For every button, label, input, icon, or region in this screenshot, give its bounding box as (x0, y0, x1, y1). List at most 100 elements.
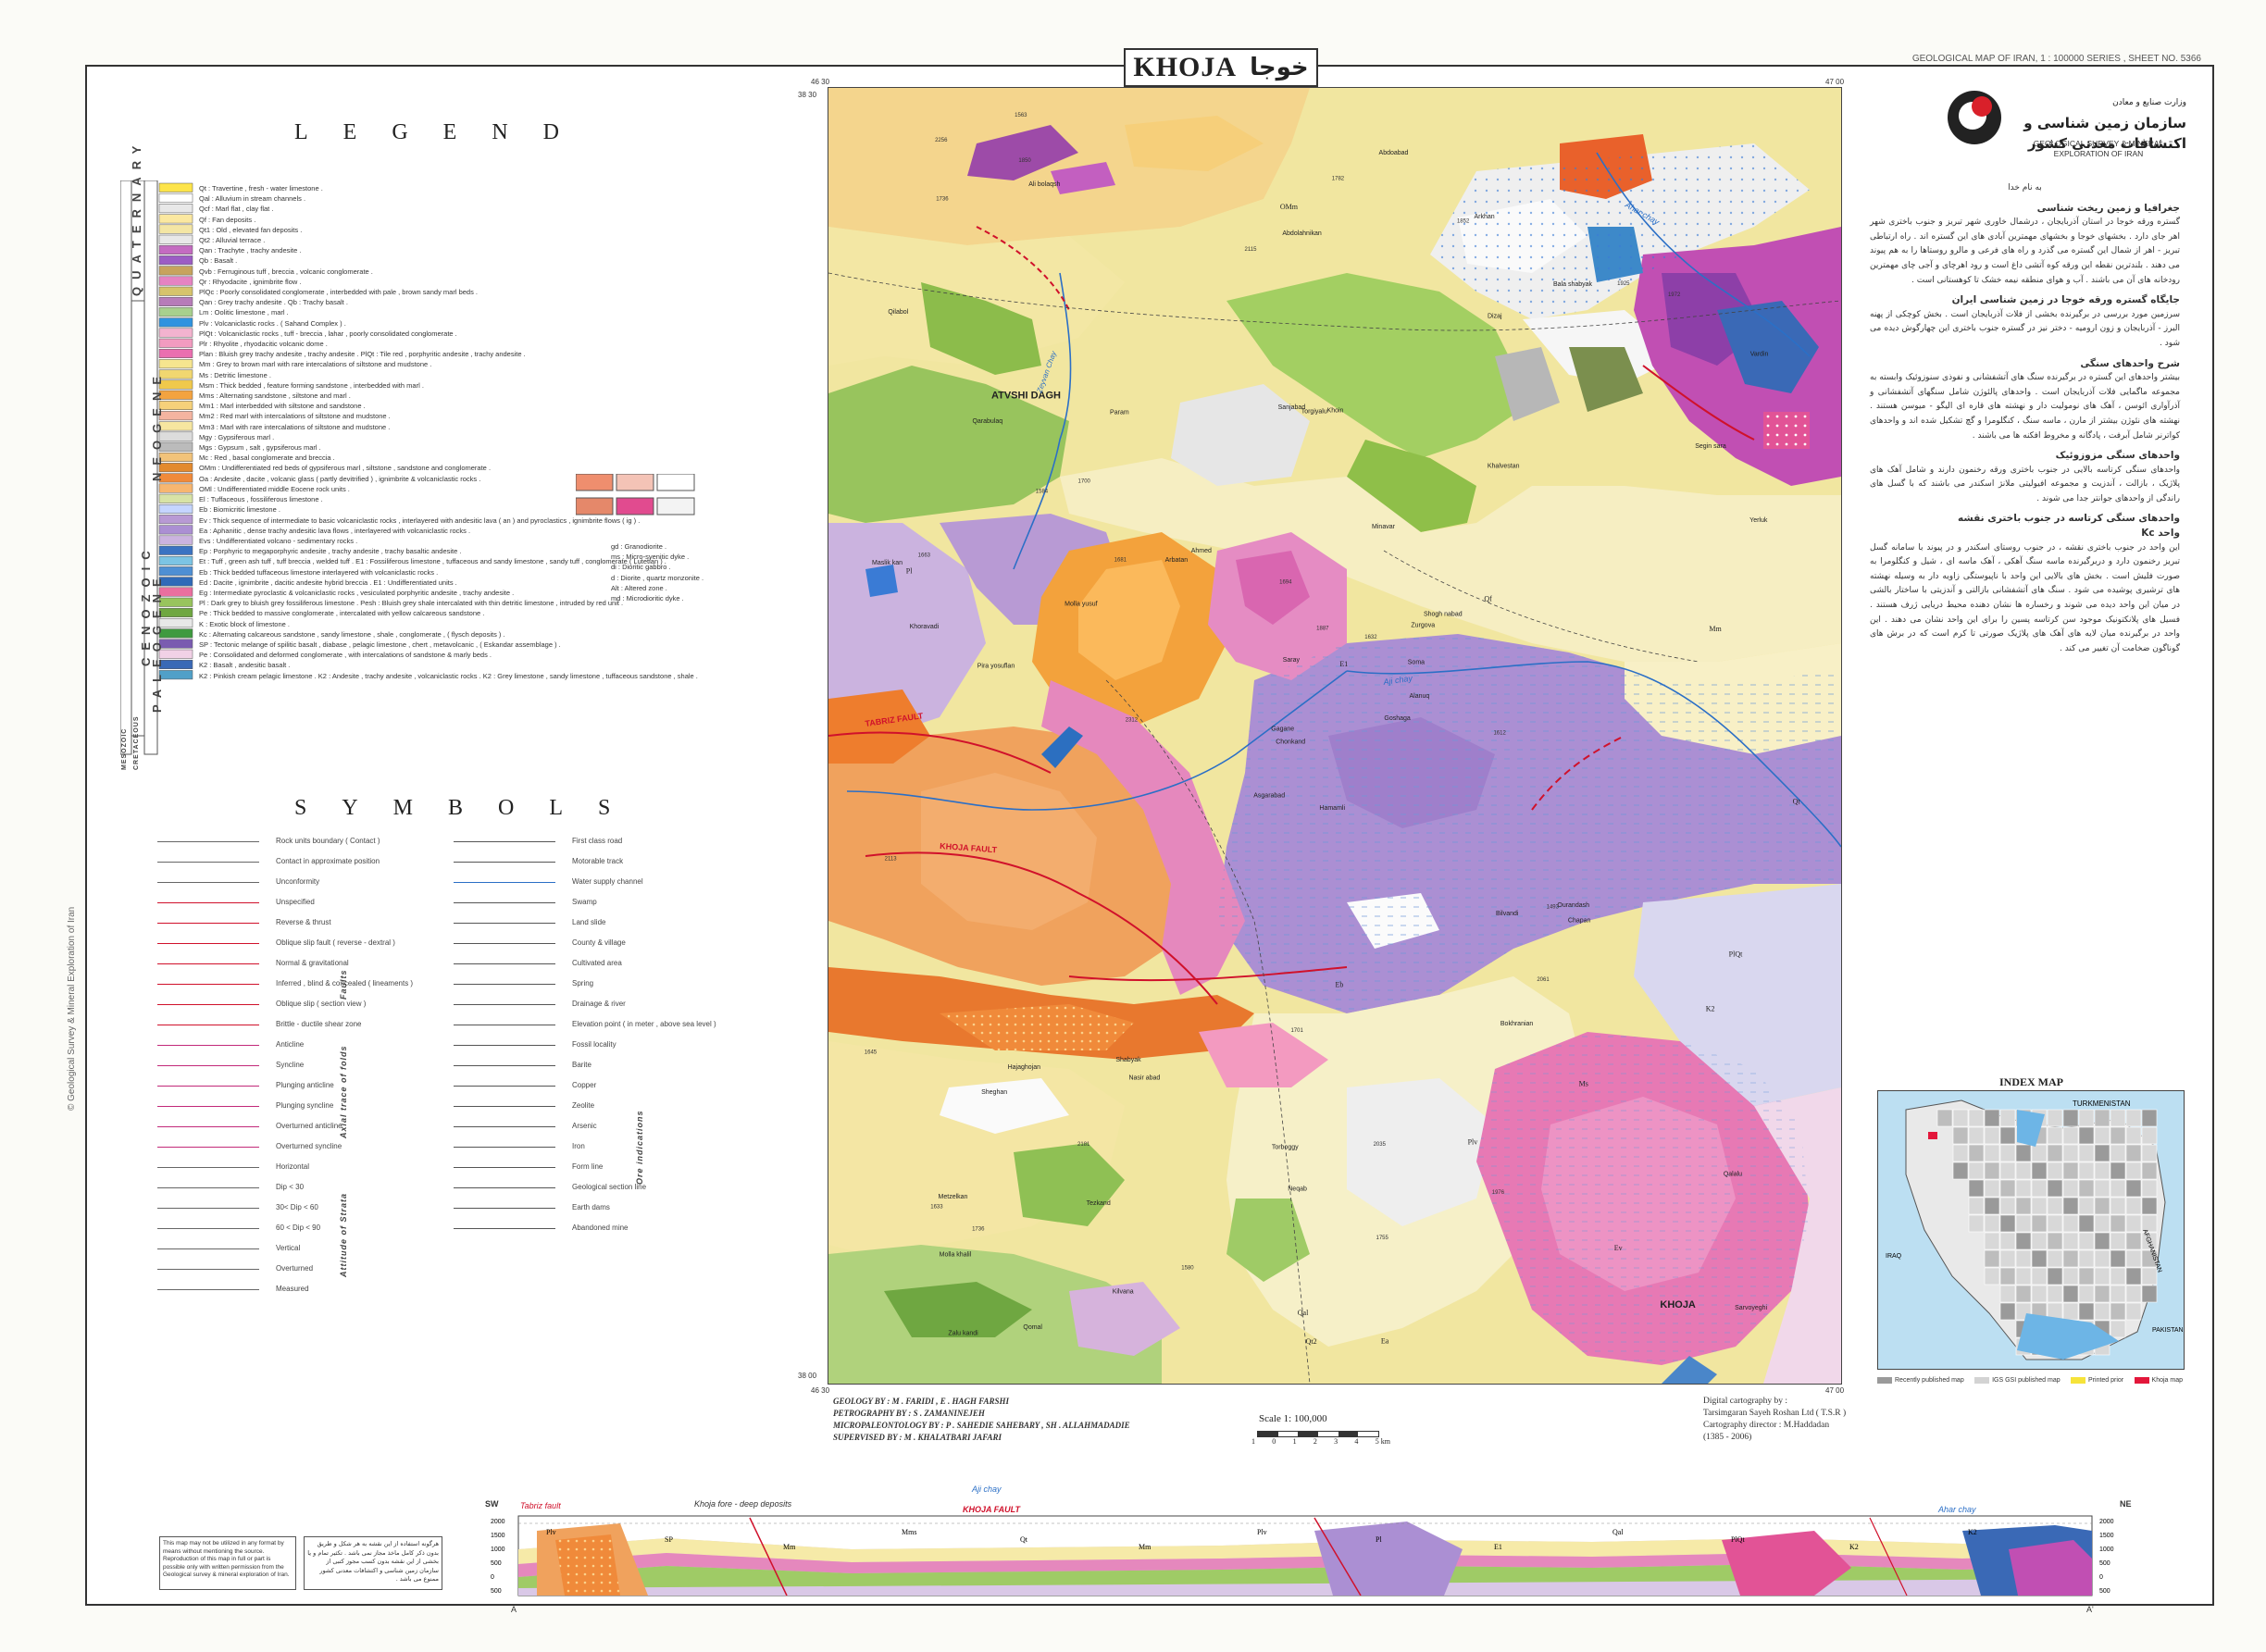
section-label-ahar: Ahar chay (1938, 1505, 1976, 1514)
symbol-label: Earth dams (572, 1203, 610, 1211)
section-tick: 1500 (2099, 1533, 2114, 1539)
scale-bar (1257, 1431, 1379, 1437)
section-label-aji: Aji chay (972, 1484, 1002, 1494)
symbol-line-icon (454, 1186, 555, 1188)
unit-label: PlQt (1729, 950, 1743, 958)
symbol-line-icon (454, 1085, 555, 1087)
legend-entry: Qt2 : Alluvial terrace . (199, 236, 266, 245)
index-cell (2015, 1144, 2032, 1162)
index-cell (2110, 1267, 2126, 1286)
index-cell (1952, 1161, 1969, 1180)
index-cell (2078, 1144, 2095, 1162)
copyright-notice-fa: هرگونه استفاده از این نقشه به هر شکل و ط… (304, 1536, 442, 1590)
index-cell (2078, 1232, 2095, 1250)
legend-entry: Plv : Volcaniclastic rocks . ( Sahand Co… (199, 318, 346, 328)
symbol-label: Vertical (276, 1244, 301, 1252)
index-key-1: Recently published map (1877, 1377, 1964, 1384)
place-label: Qalalu (1724, 1172, 1742, 1178)
symbol-row: Unconformity (157, 872, 413, 892)
index-cell (2078, 1267, 2095, 1286)
place-label: Shogh nabad (1424, 611, 1463, 617)
legend-swatch (158, 390, 193, 400)
section-unit-label: Qal (1612, 1528, 1624, 1536)
index-cell (2015, 1179, 2032, 1198)
elevation-label: 1976 (1492, 1190, 1505, 1196)
place-label: Chapan (1568, 918, 1591, 925)
era-quaternary: QUATERNARY (130, 138, 143, 296)
symbol-row: Form line (454, 1157, 716, 1177)
section-unit-label: Plv (1257, 1528, 1267, 1536)
index-cell (2094, 1161, 2110, 1180)
coord-top-right: 47 00 (1825, 78, 1845, 86)
index-cell (2031, 1161, 2048, 1180)
elevation-label: 1850 (1018, 158, 1031, 164)
symbol-row: Iron (454, 1137, 716, 1157)
index-cell (2047, 1285, 2063, 1303)
symbol-row: Spring (454, 974, 716, 994)
legend-swatch (158, 463, 193, 473)
index-map[interactable]: TURKMENISTAN AFGHANISTAN PAKISTAN IRAQ (1877, 1090, 2185, 1370)
index-cell (1984, 1249, 2000, 1268)
symbol-label: 60 < Dip < 90 (276, 1223, 321, 1232)
legend-swatch (158, 473, 193, 483)
legend-entry: Qcf : Marl flat , clay flat . (199, 205, 274, 214)
elevation-label: 1694 (1279, 579, 1292, 585)
geological-map[interactable]: Hamamli Qarabulaq Chonkand Metzelkan Zurgova… (828, 87, 1842, 1385)
symbol-label: Cultivated area (572, 959, 622, 967)
credit-micropaleontology: MICROPALEONTOLOGY BY : P . SAHEDIE SAHEB… (833, 1421, 1130, 1430)
legend-swatch (158, 441, 193, 452)
legend-swatch (158, 659, 193, 669)
index-cell (2110, 1197, 2126, 1215)
credit-date: (1385 - 2006) (1703, 1433, 1752, 1442)
index-cell (2094, 1197, 2110, 1215)
symbol-label: Brittle - ductile shear zone (276, 1020, 362, 1028)
credit-petrography: PETROGRAPHY BY : S . ZAMANINEJEH (833, 1409, 985, 1418)
symbol-label: Plunging anticline (276, 1081, 334, 1089)
index-cell (1999, 1161, 2016, 1180)
index-cell (1968, 1179, 1985, 1198)
elevation-label: 1972 (1668, 292, 1681, 298)
index-cell (2015, 1267, 2032, 1286)
symbol-label: Land slide (572, 918, 606, 926)
index-cell (2047, 1161, 2063, 1180)
index-cell (2141, 1126, 2158, 1145)
index-cell (2031, 1214, 2048, 1233)
para-cretaceous: این واحد در جنوب باختری نقشه ، در جنوب ر… (1870, 542, 2180, 653)
index-cell (2110, 1320, 2126, 1338)
legend-entry: Mm : Grey to brown marl with rare interc… (199, 360, 432, 369)
legend-swatch (158, 234, 193, 244)
symbol-line-icon (454, 1105, 555, 1107)
geology-polygons (828, 88, 1841, 1384)
map-canvas[interactable]: Hamamli Qarabulaq Chonkand Metzelkan Zurgova… (828, 88, 1841, 1384)
symbol-line-icon (157, 1268, 259, 1270)
symbol-line-icon (454, 1146, 555, 1148)
index-cell (2047, 1179, 2063, 1198)
elevation-label: 1645 (865, 1050, 878, 1055)
section-tick: 0 (491, 1574, 494, 1581)
scale-tick: 4 (1354, 1437, 1359, 1446)
legend-entry: Lm : Oolitic limestone , marl . (199, 308, 289, 317)
legend-swatch (158, 545, 193, 555)
elevation-label: 1580 (1181, 1266, 1194, 1272)
index-cell (2015, 1285, 2032, 1303)
elevation-label: 1852 (1457, 219, 1470, 225)
index-cell (1952, 1109, 1969, 1127)
index-cell (2062, 1285, 2079, 1303)
index-cell (2078, 1126, 2095, 1145)
legend-entry: Qvb : Ferruginous tuff , breccia , volca… (199, 267, 373, 276)
symbol-line-icon (454, 922, 555, 924)
symbol-row: Zeolite (454, 1096, 716, 1116)
place-label: Nasir abad (1128, 1074, 1160, 1081)
legend-swatch (158, 555, 193, 565)
elevation-label: 1887 (1316, 627, 1329, 632)
symbol-label: Dip < 30 (276, 1183, 305, 1191)
index-cell (2047, 1109, 2063, 1127)
place-label: Qarabulaq (972, 418, 1002, 425)
credit-geology: GEOLOGY BY : M . FARIDI , E . HAGH FARSH… (833, 1397, 1009, 1406)
index-cell (2125, 1179, 2142, 1198)
legend-swatch (158, 338, 193, 348)
symbol-row: Copper (454, 1075, 716, 1096)
unit-label: Pl (906, 566, 913, 575)
section-unit-label: Pl (1376, 1535, 1382, 1544)
scale-tick: 5 km (1375, 1437, 1390, 1446)
